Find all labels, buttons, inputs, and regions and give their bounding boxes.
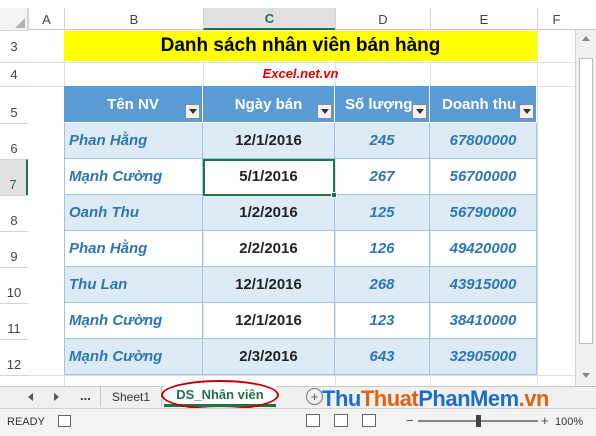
select-all-corner[interactable] bbox=[0, 8, 28, 30]
table-cell[interactable]: 56700000 bbox=[430, 159, 537, 195]
table-cell[interactable]: 126 bbox=[335, 231, 430, 267]
row-header-4[interactable]: 4 bbox=[0, 62, 28, 86]
zoom-out-button[interactable]: − bbox=[406, 413, 414, 428]
table-cell[interactable]: Phan Hằng bbox=[64, 123, 203, 159]
table-cell[interactable]: 1/2/2016 bbox=[203, 195, 335, 231]
zoom-level[interactable]: 100% bbox=[555, 416, 583, 428]
fill-handle[interactable] bbox=[331, 192, 337, 198]
normal-view-icon[interactable] bbox=[306, 414, 320, 427]
add-sheet-button[interactable]: + bbox=[306, 388, 323, 405]
table-cell[interactable]: Mạnh Cường bbox=[64, 339, 203, 375]
table-header-label: Số lượng bbox=[345, 95, 413, 113]
table-cell[interactable]: Mạnh Cường bbox=[64, 159, 203, 195]
page-layout-view-icon[interactable] bbox=[334, 414, 348, 427]
filter-dropdown-button[interactable] bbox=[317, 104, 332, 119]
table-header-name[interactable]: Tên NV bbox=[64, 86, 203, 122]
table-header-quantity[interactable]: Số lượng bbox=[335, 86, 430, 122]
table-cell[interactable]: 43915000 bbox=[430, 267, 537, 303]
next-sheet-icon[interactable] bbox=[54, 393, 59, 401]
grid-line bbox=[28, 375, 575, 376]
table-cell[interactable]: 123 bbox=[335, 303, 430, 339]
table-cell[interactable]: 125 bbox=[335, 195, 430, 231]
column-header-c[interactable]: C bbox=[203, 8, 335, 30]
table-cell[interactable]: 268 bbox=[335, 267, 430, 303]
zoom-slider-thumb[interactable] bbox=[476, 415, 481, 427]
table-header-date[interactable]: Ngày bán bbox=[203, 86, 335, 122]
table-cell[interactable]: 2/2/2016 bbox=[203, 231, 335, 267]
table-cell[interactable]: 12/1/2016 bbox=[203, 303, 335, 339]
sheet-tab-sheet1[interactable]: Sheet1 bbox=[100, 386, 162, 407]
filter-dropdown-button[interactable] bbox=[185, 104, 200, 119]
column-header-d[interactable]: D bbox=[335, 8, 430, 30]
prev-sheet-icon[interactable] bbox=[28, 393, 33, 401]
column-header-e[interactable]: E bbox=[430, 8, 537, 30]
status-bar bbox=[0, 408, 596, 436]
highlight-oval bbox=[161, 380, 279, 410]
sheet-subtitle[interactable]: Excel.net.vn bbox=[64, 62, 537, 84]
table-cell[interactable]: 67800000 bbox=[430, 123, 537, 159]
row-header-6[interactable]: 6 bbox=[0, 123, 28, 159]
row-header-11[interactable]: 11 bbox=[0, 303, 28, 339]
row-header-13[interactable] bbox=[0, 375, 28, 386]
status-ready: READY bbox=[7, 416, 45, 428]
table-header-label: Ngày bán bbox=[234, 95, 303, 113]
table-header-revenue[interactable]: Doanh thu bbox=[430, 86, 537, 122]
row-header-12[interactable]: 12 bbox=[0, 339, 28, 375]
filter-dropdown-button[interactable] bbox=[412, 104, 427, 119]
row-header-10[interactable]: 10 bbox=[0, 267, 28, 303]
table-cell[interactable]: 49420000 bbox=[430, 231, 537, 267]
page-break-view-icon[interactable] bbox=[362, 414, 376, 427]
row-header-8[interactable]: 8 bbox=[0, 195, 28, 231]
row-header-3[interactable]: 3 bbox=[0, 30, 28, 62]
active-cell-selection bbox=[203, 159, 337, 198]
column-header-b[interactable]: B bbox=[64, 8, 203, 30]
more-sheets-button[interactable]: ... bbox=[80, 388, 91, 403]
column-header-f[interactable]: F bbox=[537, 8, 575, 30]
row-header-5[interactable]: 5 bbox=[0, 86, 28, 123]
vertical-scrollbar[interactable] bbox=[575, 30, 596, 386]
table-cell[interactable]: 267 bbox=[335, 159, 430, 195]
table-cell[interactable]: Phan Hằng bbox=[64, 231, 203, 267]
sheet-title[interactable]: Danh sách nhân viên bán hàng bbox=[64, 31, 537, 61]
table-cell[interactable]: 56790000 bbox=[430, 195, 537, 231]
table-cell[interactable]: Mạnh Cường bbox=[64, 303, 203, 339]
table-cell[interactable]: Oanh Thu bbox=[64, 195, 203, 231]
chevron-down-icon bbox=[188, 109, 197, 114]
scrollbar-thumb[interactable] bbox=[579, 58, 593, 344]
column-header-a[interactable]: A bbox=[28, 8, 64, 30]
chevron-down-icon bbox=[415, 109, 424, 114]
zoom-in-button[interactable]: + bbox=[541, 413, 549, 428]
table-cell[interactable]: 2/3/2016 bbox=[203, 339, 335, 375]
scroll-down-icon[interactable] bbox=[582, 373, 590, 378]
table-cell[interactable]: 245 bbox=[335, 123, 430, 159]
table-cell[interactable]: Thu Lan bbox=[64, 267, 203, 303]
table-header-label: Doanh thu bbox=[442, 95, 517, 113]
table-cell[interactable]: 643 bbox=[335, 339, 430, 375]
table-cell[interactable]: 12/1/2016 bbox=[203, 123, 335, 159]
grid-line bbox=[537, 30, 538, 386]
filter-dropdown-button[interactable] bbox=[519, 104, 534, 119]
chevron-down-icon bbox=[522, 109, 531, 114]
table-cell[interactable]: 12/1/2016 bbox=[203, 267, 335, 303]
table-cell[interactable]: 32905000 bbox=[430, 339, 537, 375]
select-all-icon bbox=[15, 18, 25, 28]
scroll-up-icon[interactable] bbox=[582, 36, 590, 41]
row-header-7[interactable]: 7 bbox=[0, 159, 28, 195]
table-header-label: Tên NV bbox=[107, 95, 159, 113]
row-header-9[interactable]: 9 bbox=[0, 231, 28, 267]
chevron-down-icon bbox=[320, 109, 329, 114]
table-cell[interactable]: 38410000 bbox=[430, 303, 537, 339]
macro-record-icon[interactable] bbox=[58, 415, 71, 427]
